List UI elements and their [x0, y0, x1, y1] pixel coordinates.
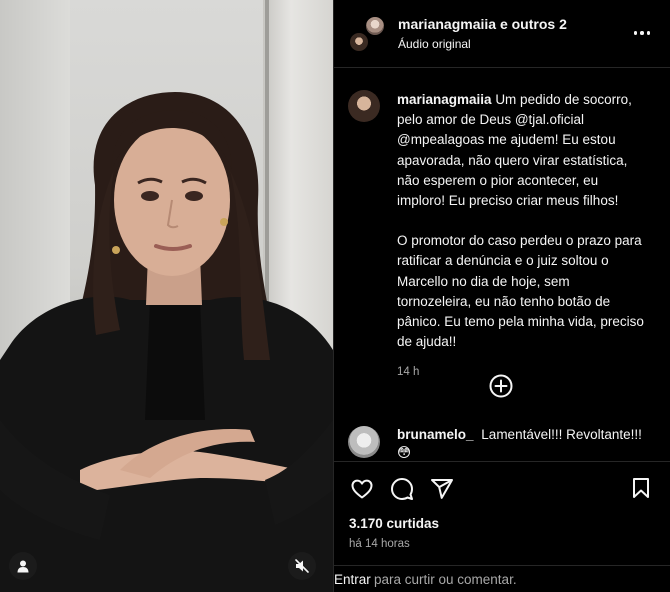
post-panel: marianagmaiia e outros 2 Áudio original … — [333, 0, 670, 592]
avatar[interactable] — [364, 14, 386, 37]
avatar[interactable] — [348, 30, 370, 53]
caption-text-2: O promotor do caso perdeu o prazo para r… — [397, 233, 644, 350]
comment-item: brunamelo_ Lamentável!!! Revoltante!!! 😳 — [348, 426, 658, 461]
author-username[interactable]: marianagmaiia — [398, 16, 496, 32]
video-person — [0, 92, 333, 592]
caption-text: Um pedido de socorro, pelo amor de Deus … — [397, 92, 632, 209]
comments-section[interactable]: marianagmaiia Um pedido de socorro, pelo… — [334, 69, 670, 461]
bookmark-icon[interactable] — [629, 476, 653, 500]
avatar[interactable] — [348, 90, 380, 122]
header-text: marianagmaiia e outros 2 Áudio original — [398, 16, 567, 51]
share-icon — [431, 478, 453, 499]
action-bar — [334, 461, 670, 515]
mute-button[interactable] — [288, 552, 316, 580]
heart-icon — [351, 479, 373, 498]
post-authors: marianagmaiia e outros 2 — [398, 16, 567, 32]
post-timestamp[interactable]: há 14 horas — [349, 538, 410, 550]
collab-avatars[interactable] — [348, 14, 386, 53]
comment-username[interactable]: brunamelo_ — [397, 427, 474, 442]
comment-icon — [391, 477, 413, 500]
load-more-comments-icon[interactable] — [489, 374, 513, 398]
login-link[interactable]: Entrar — [334, 572, 371, 587]
others-link[interactable]: e outros 2 — [500, 16, 567, 32]
reel-video[interactable] — [0, 0, 333, 592]
caption-username[interactable]: marianagmaiia — [397, 92, 492, 107]
more-options-button[interactable] — [632, 26, 652, 40]
share-button[interactable] — [429, 476, 455, 502]
comment-prompt-text: para curtir ou comentar. — [374, 572, 517, 587]
more-dot — [646, 31, 651, 35]
profile-button[interactable] — [9, 552, 37, 580]
like-button[interactable] — [349, 476, 375, 502]
post-header: marianagmaiia e outros 2 Áudio original — [334, 0, 670, 68]
user-icon — [17, 560, 29, 573]
caption-body: marianagmaiia Um pedido de socorro, pelo… — [397, 90, 645, 383]
likes-count[interactable]: 3.170 curtidas — [349, 516, 439, 531]
caption-time: 14 h — [397, 366, 420, 379]
comment-prompt[interactable]: Entrar para curtir ou comentar. — [334, 565, 670, 592]
more-horizontal-icon — [633, 31, 638, 35]
comment-text-wrap: brunamelo_ Lamentável!!! Revoltante!!! 😳 — [397, 426, 658, 461]
post-caption: marianagmaiia Um pedido de socorro, pelo… — [334, 69, 670, 383]
comment-button[interactable] — [389, 476, 415, 502]
more-dot — [640, 31, 644, 35]
speaker-muted-icon — [295, 559, 309, 573]
original-audio-link[interactable]: Áudio original — [398, 37, 567, 51]
avatar[interactable] — [348, 426, 380, 458]
